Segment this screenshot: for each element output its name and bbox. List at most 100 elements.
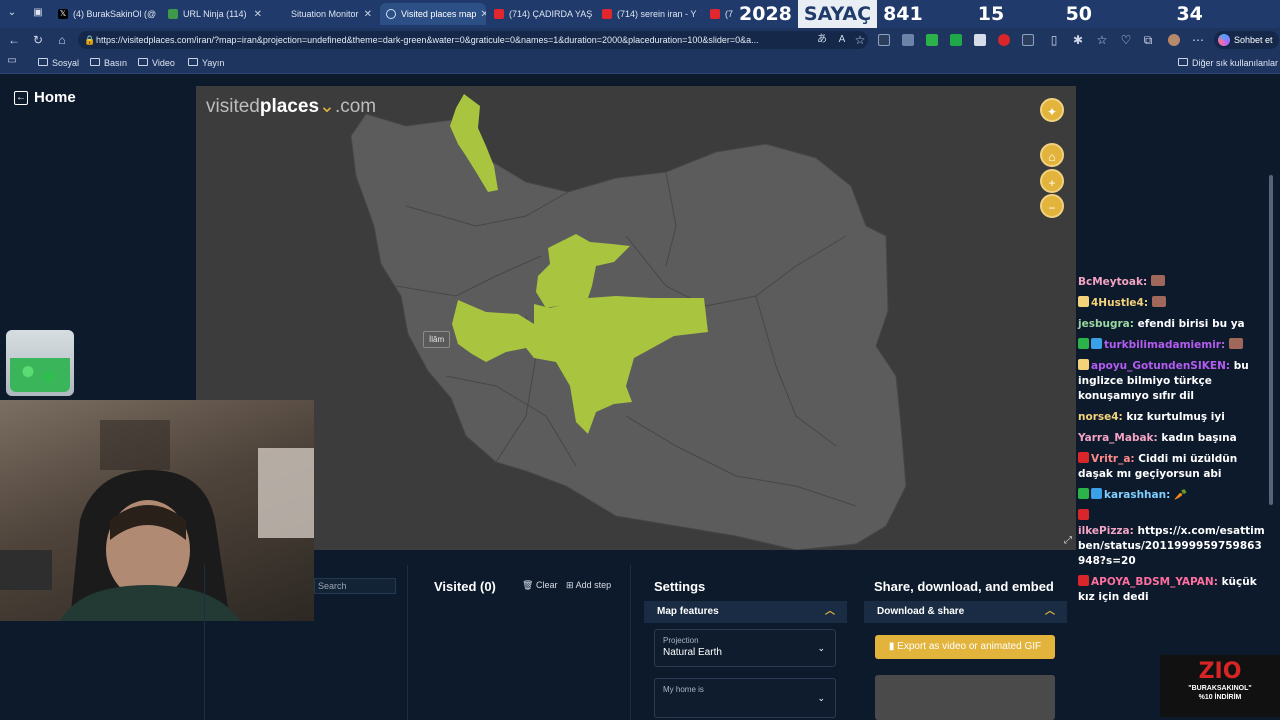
badge-icon	[1078, 338, 1089, 349]
close-icon[interactable]: ✕	[156, 9, 160, 20]
home-icon[interactable]: ⌂	[54, 32, 70, 48]
search-input[interactable]: Search	[314, 578, 396, 594]
close-icon[interactable]: ✕	[476, 9, 486, 20]
reading-list-icon[interactable]: ▭	[4, 53, 20, 69]
map-canvas[interactable]: visitedplaces⌄.com ✦ ⌂ + − İlâm ⤢	[196, 86, 1076, 550]
tab-visited-places[interactable]: Visited places map ✕	[380, 3, 486, 25]
share-title: Share, download, and embed	[874, 579, 1054, 594]
favorites-icon[interactable]: ☆	[1094, 32, 1110, 48]
logo-part: .com	[334, 96, 377, 117]
folder-icon	[38, 58, 48, 66]
pin-icon: ⌄	[319, 96, 335, 117]
badge-icon	[1078, 359, 1089, 370]
bookmark-folder-basin[interactable]: Basın	[90, 56, 127, 70]
collections-icon[interactable]: ⧉	[1140, 32, 1156, 48]
chat-message: karashhan: 🥕	[1078, 488, 1268, 503]
chat-message: turkbilimadamiemir:	[1078, 338, 1268, 353]
map-features-accordion[interactable]: Map features ︿	[644, 601, 847, 623]
clear-button[interactable]: 🗑 Clear	[522, 580, 557, 591]
tab-youtube-cadirda[interactable]: (714) ÇADIRDA YAŞ ✕	[488, 3, 594, 25]
tab-title: URL Ninja (114)	[183, 9, 247, 19]
projection-label: Projection	[663, 636, 699, 645]
more-menu-icon[interactable]: ⋯	[1190, 32, 1206, 48]
bookmark-label: Video	[152, 58, 175, 68]
trash-icon: 🗑	[522, 580, 534, 590]
extension-icon[interactable]	[974, 34, 986, 46]
close-icon[interactable]: ✕	[360, 9, 372, 20]
countdown-overlay: 2028 SAYAÇ 841 Gün 15 Saat 50 Dakika 34 …	[733, 0, 1280, 53]
close-icon[interactable]: ✕	[592, 9, 594, 20]
tab-actions-chevron-icon[interactable]: ⌄	[4, 5, 20, 21]
extension-icon[interactable]	[998, 34, 1010, 46]
home-select[interactable]: My home is ⌄	[654, 678, 836, 718]
folder-icon	[188, 58, 198, 66]
close-icon[interactable]: ✕	[696, 9, 702, 20]
page-scrollbar[interactable]	[1268, 155, 1274, 715]
translate-icon[interactable]: あ	[814, 32, 830, 48]
export-video-button[interactable]: ▮ Export as video or animated GIF	[875, 635, 1055, 659]
zoom-out-icon[interactable]: −	[1040, 194, 1064, 218]
workspaces-icon[interactable]: ▣	[30, 5, 46, 21]
chat-username: apoyu_GotundenSIKEN:	[1091, 360, 1231, 372]
map-home-icon[interactable]: ⌂	[1040, 143, 1064, 167]
badge-icon	[1078, 452, 1089, 463]
back-icon[interactable]: ←	[6, 32, 22, 48]
split-screen-icon[interactable]: ▯	[1046, 32, 1062, 48]
tab-twitter[interactable]: 𝕏 (4) BurakSakinOl (@ ✕	[52, 3, 160, 25]
chat-username: Vritr_a:	[1091, 453, 1135, 465]
extension-icon[interactable]	[1022, 34, 1034, 46]
browser-essentials-icon[interactable]: ♡	[1118, 32, 1134, 48]
extension-icon[interactable]	[950, 34, 962, 46]
add-step-label: Add step	[575, 580, 612, 590]
badge-icon	[1078, 575, 1089, 586]
visitedplaces-logo[interactable]: visitedplaces⌄.com	[206, 95, 376, 118]
iran-map[interactable]	[196, 86, 1076, 550]
extension-icon[interactable]	[902, 34, 914, 46]
tab-youtube-partial[interactable]: (7	[704, 3, 734, 25]
read-aloud-icon[interactable]: A	[834, 32, 850, 48]
copilot-button[interactable]: Sohbet et	[1214, 31, 1279, 49]
logo-part: visited	[206, 96, 260, 117]
extension-icon[interactable]	[926, 34, 938, 46]
globe-icon	[386, 9, 396, 19]
close-icon[interactable]: ✕	[250, 9, 262, 20]
extension-icon[interactable]	[878, 34, 890, 46]
url-input[interactable]: 🔒 https://visitedplaces.com/iran/?map=ir…	[78, 31, 868, 49]
refresh-icon[interactable]: ↻	[30, 32, 46, 48]
chat-username: BcMeytoak:	[1078, 276, 1148, 288]
tab-situation-monitor[interactable]: Situation Monitor ✕	[270, 3, 378, 25]
badge-icon	[1078, 509, 1089, 520]
accordion-label: Map features	[657, 606, 719, 617]
add-step-button[interactable]: ⊞ Add step	[566, 580, 611, 591]
scrollbar-thumb[interactable]	[1269, 175, 1273, 505]
marble-jar-widget	[6, 330, 74, 396]
panel-divider	[407, 565, 408, 720]
home-link[interactable]: ← Home	[14, 89, 76, 106]
fullscreen-icon[interactable]: ⤢	[1064, 535, 1072, 546]
chat-username: turkbilimadamiemir:	[1104, 339, 1226, 351]
youtube-icon	[494, 9, 504, 19]
chat-message: norse4: kız kurtulmuş iyi	[1078, 410, 1268, 425]
download-share-accordion[interactable]: Download & share ︿	[864, 601, 1067, 623]
settings-title: Settings	[654, 579, 706, 594]
countdown-label: SAYAÇ	[797, 0, 878, 28]
other-bookmarks[interactable]: Diğer sık kullanılanlar	[1178, 56, 1278, 70]
bookmarks-bar: ▭ Sosyal Basın Video Yayın Diğer sık kul…	[0, 52, 1280, 74]
chat-username: Yarra_Mabak:	[1078, 432, 1158, 444]
bookmark-label: Sosyal	[52, 58, 80, 68]
tab-title: (714) ÇADIRDA YAŞ	[509, 9, 593, 19]
lightbulb-icon[interactable]: ✦	[1040, 98, 1064, 122]
copilot-label: Sohbet et	[1234, 35, 1273, 45]
bookmark-folder-yayin[interactable]: Yayın	[188, 56, 224, 70]
extensions-puzzle-icon[interactable]: ✱	[1070, 32, 1086, 48]
projection-select[interactable]: Projection Natural Earth ⌄	[654, 629, 836, 667]
tab-youtube-serein[interactable]: (714) serein iran - Y ✕	[596, 3, 702, 25]
tab-url-ninja[interactable]: URL Ninja (114) ✕	[162, 3, 268, 25]
clear-label: Clear	[535, 580, 558, 590]
bookmark-folder-video[interactable]: Video	[138, 56, 175, 70]
avatar[interactable]	[1168, 34, 1180, 46]
favorite-star-icon[interactable]: ☆	[852, 32, 868, 48]
zoom-in-icon[interactable]: +	[1040, 169, 1064, 193]
marbles	[10, 358, 70, 392]
bookmark-folder-sosyal[interactable]: Sosyal	[38, 56, 79, 70]
